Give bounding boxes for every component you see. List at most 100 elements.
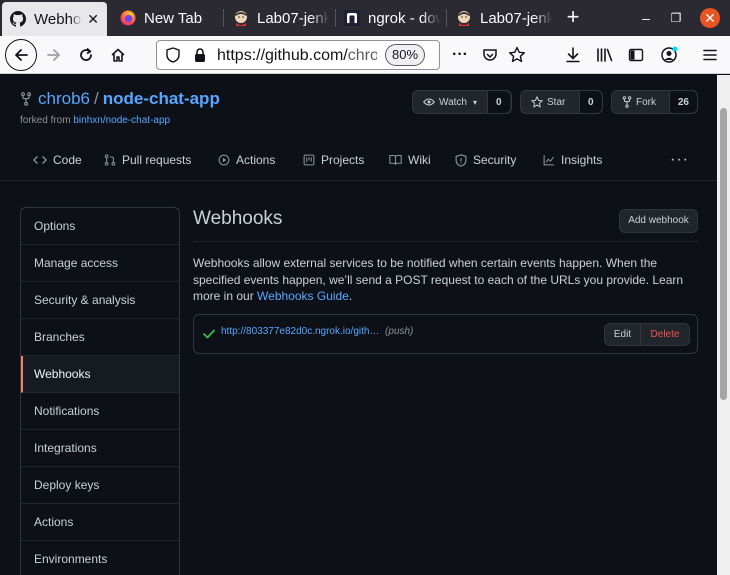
tab-projects[interactable]: Projects: [303, 153, 364, 167]
browser-tab-label: Lab07-jenkins: [480, 9, 552, 27]
webhooks-guide-link[interactable]: Webhooks Guide: [257, 289, 349, 303]
browser-tab-ngrok[interactable]: ngrok - download: [344, 0, 444, 36]
menu-item-actions[interactable]: Actions: [21, 504, 179, 541]
browser-tab-bar: Webhooks ✕ New Tab Lab07-jenkins ngrok -…: [0, 0, 730, 36]
edit-webhook-button[interactable]: Edit: [605, 324, 641, 345]
repo-name-link[interactable]: node-chat-app: [103, 89, 220, 109]
delete-webhook-button[interactable]: Delete: [641, 324, 689, 345]
window-close-icon[interactable]: ✕: [700, 8, 720, 28]
account-icon[interactable]: [655, 41, 683, 69]
browser-tab-label: New Tab: [144, 9, 203, 27]
tab-security[interactable]: Security: [455, 153, 516, 167]
menu-item-security-analysis[interactable]: Security & analysis: [21, 282, 179, 319]
back-arrow-icon[interactable]: [5, 39, 37, 71]
browser-tab-webhooks[interactable]: Webhooks ✕: [2, 2, 107, 36]
page-title: Webhooks: [193, 208, 283, 229]
more-tabs-icon[interactable]: ···: [670, 151, 689, 169]
url-bar[interactable]: https://github.com/chrob6/node-chat-app/…: [156, 40, 440, 70]
webhook-actions: Edit Delete: [604, 323, 690, 346]
downloads-icon[interactable]: [559, 41, 587, 69]
star-count[interactable]: 0: [579, 91, 602, 113]
check-icon: [203, 326, 215, 344]
forward-arrow-icon[interactable]: [40, 41, 68, 69]
repo-owner-link[interactable]: chrob6: [38, 89, 90, 109]
repo-title: chrob6 / node-chat-app: [20, 89, 220, 109]
github-icon: [10, 11, 26, 27]
tab-code[interactable]: Code: [33, 153, 82, 167]
jenkins-icon: [233, 10, 249, 26]
forked-from-text: forked from binhxn/node-chat-app: [20, 115, 171, 126]
lock-icon[interactable]: [193, 47, 207, 68]
ngrok-icon: [344, 10, 360, 26]
pull-request-icon: [104, 154, 116, 166]
browser-tab-label: ngrok - download: [368, 9, 440, 27]
tab-actions[interactable]: Actions: [218, 153, 275, 167]
tab-separator: [335, 9, 336, 27]
url-text: https://github.com/chrob6/node-chat-app/…: [217, 47, 377, 64]
tab-insights[interactable]: Insights: [543, 153, 602, 167]
menu-item-notifications[interactable]: Notifications: [21, 393, 179, 430]
browser-nav-bar: https://github.com/chrob6/node-chat-app/…: [0, 36, 730, 74]
browser-tab-new-tab[interactable]: New Tab: [120, 0, 220, 36]
tab-separator: [446, 9, 447, 27]
menu-item-environments[interactable]: Environments: [21, 541, 179, 575]
repo-separator: /: [93, 89, 99, 108]
webhook-events: (push): [385, 326, 414, 337]
fork-icon: [622, 96, 632, 108]
book-icon: [389, 155, 402, 165]
close-tab-icon[interactable]: ✕: [87, 12, 99, 26]
page-actions-more-icon[interactable]: ···: [446, 41, 474, 69]
title-divider: [193, 241, 698, 242]
dropdown-caret-icon: ▾: [472, 97, 477, 107]
minimize-icon[interactable]: –: [638, 10, 654, 26]
zoom-level-badge[interactable]: 80%: [385, 44, 425, 66]
play-circle-icon: [218, 154, 230, 166]
shield-icon: [455, 153, 467, 167]
forked-source-link[interactable]: binhxn/node-chat-app: [73, 115, 170, 126]
star-button[interactable]: Star 0: [520, 90, 603, 114]
repo-nav-tabs: Code Pull requests Actions Projects Wiki…: [0, 143, 717, 181]
code-icon: [33, 156, 47, 164]
scrollbar-thumb[interactable]: [720, 108, 727, 400]
webhooks-description: Webhooks allow external services to be n…: [193, 256, 684, 303]
pocket-icon[interactable]: [476, 41, 504, 69]
browser-tab-label: Webhooks: [34, 10, 82, 28]
menu-item-webhooks[interactable]: Webhooks: [21, 356, 179, 393]
bookmark-star-icon[interactable]: [503, 41, 531, 69]
sidebar-toggle-icon[interactable]: [622, 41, 650, 69]
page-scrollbar[interactable]: [717, 75, 730, 575]
firefox-icon: [120, 10, 136, 26]
tab-separator: [223, 9, 224, 27]
reload-icon[interactable]: [72, 41, 100, 69]
tracking-shield-icon[interactable]: [166, 47, 180, 68]
settings-menu: Options Manage access Security & analysi…: [20, 207, 180, 575]
browser-tab-lab07-jenkins[interactable]: Lab07-jenkins: [233, 0, 333, 36]
tab-pull-requests[interactable]: Pull requests: [104, 153, 191, 167]
project-icon: [303, 154, 315, 166]
graph-icon: [543, 155, 554, 166]
menu-item-deploy-keys[interactable]: Deploy keys: [21, 467, 179, 504]
new-tab-plus-icon[interactable]: +: [562, 6, 584, 28]
eye-icon: [423, 98, 435, 106]
menu-item-options[interactable]: Options: [21, 208, 179, 245]
webhook-url-link[interactable]: http://803377e82d0c.ngrok.io/github-webh…: [221, 326, 383, 337]
menu-item-branches[interactable]: Branches: [21, 319, 179, 356]
restore-icon[interactable]: ❐: [668, 10, 684, 26]
library-icon[interactable]: [591, 41, 619, 69]
hamburger-menu-icon[interactable]: [696, 41, 724, 69]
menu-item-manage-access[interactable]: Manage access: [21, 245, 179, 282]
watch-count[interactable]: 0: [487, 91, 510, 113]
fork-button[interactable]: Fork 26: [611, 90, 698, 114]
home-icon[interactable]: [104, 41, 132, 69]
star-icon: [531, 96, 543, 108]
tab-wiki[interactable]: Wiki: [389, 153, 431, 167]
jenkins-icon: [456, 10, 472, 26]
browser-tab-lab07-jenkins-2[interactable]: Lab07-jenkins: [456, 0, 556, 36]
menu-item-integrations[interactable]: Integrations: [21, 430, 179, 467]
repo-forked-icon: [20, 92, 32, 106]
browser-tab-label: Lab07-jenkins: [257, 9, 329, 27]
fork-count[interactable]: 26: [668, 91, 697, 113]
add-webhook-button[interactable]: Add webhook: [619, 209, 698, 233]
watch-button[interactable]: Watch ▾ 0: [412, 90, 512, 114]
webhook-list-item: http://803377e82d0c.ngrok.io/github-webh…: [193, 314, 698, 354]
